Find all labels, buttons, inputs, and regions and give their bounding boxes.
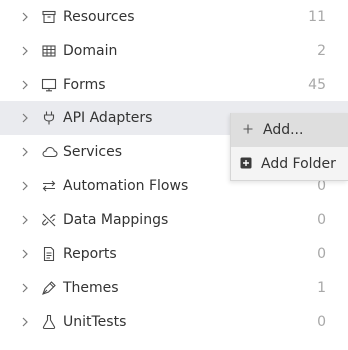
tree-item-label: Services xyxy=(63,144,123,160)
tree-item-count: 0 xyxy=(317,314,326,330)
add-folder-menu-item[interactable]: Add Folder xyxy=(231,147,348,181)
chevron-right-icon[interactable] xyxy=(19,79,31,91)
menu-item-label: Add Folder xyxy=(261,156,336,172)
context-menu: Add... Add Folder xyxy=(230,113,348,181)
cloud-icon xyxy=(42,144,58,160)
tree-item-resources[interactable]: Resources 11 xyxy=(0,0,348,34)
tree-item-forms[interactable]: Forms 45 xyxy=(0,68,348,102)
tree-item-themes[interactable]: Themes 1 xyxy=(0,271,348,305)
flask-icon xyxy=(41,314,57,330)
tree-item-label: Domain xyxy=(63,43,118,59)
chevron-right-icon[interactable] xyxy=(19,11,31,23)
plug-icon xyxy=(41,110,57,126)
document-icon xyxy=(41,246,57,262)
tree-item-label: Data Mappings xyxy=(63,212,169,228)
chevron-right-icon[interactable] xyxy=(19,180,31,192)
plus-square-icon xyxy=(240,157,252,169)
tree-item-data-mappings[interactable]: Data Mappings 0 xyxy=(0,203,348,237)
tree-item-domain[interactable]: Domain 2 xyxy=(0,34,348,68)
tree-item-label: Reports xyxy=(63,246,117,262)
chevron-right-icon[interactable] xyxy=(19,45,31,57)
tree-item-label: Resources xyxy=(63,9,135,25)
monitor-icon xyxy=(41,77,57,93)
tree-item-label: UnitTests xyxy=(63,314,127,330)
plus-icon xyxy=(242,123,254,135)
tree-item-count: 0 xyxy=(317,212,326,228)
chevron-right-icon[interactable] xyxy=(19,282,31,294)
chevron-right-icon[interactable] xyxy=(19,316,31,328)
table-grid-icon xyxy=(41,43,57,59)
tree-item-count: 0 xyxy=(317,246,326,262)
archive-box-icon xyxy=(41,9,57,25)
tree-item-count: 45 xyxy=(308,77,326,93)
add-menu-item[interactable]: Add... xyxy=(231,113,348,147)
tree-item-label: Forms xyxy=(63,77,106,93)
tree-item-label: Automation Flows xyxy=(63,178,189,194)
tree-item-count: 11 xyxy=(308,9,326,25)
chevron-right-icon[interactable] xyxy=(19,112,31,124)
chevron-right-icon[interactable] xyxy=(19,214,31,226)
tree-item-unittests[interactable]: UnitTests 0 xyxy=(0,305,348,339)
tree-item-label: API Adapters xyxy=(63,110,153,126)
menu-item-label: Add... xyxy=(263,122,304,138)
tree-item-reports[interactable]: Reports 0 xyxy=(0,237,348,271)
tree-item-count: 2 xyxy=(317,43,326,59)
tree-item-label: Themes xyxy=(63,280,119,296)
chevron-right-icon[interactable] xyxy=(19,146,31,158)
tree-item-count: 1 xyxy=(317,280,326,296)
pen-nib-icon xyxy=(41,280,57,296)
arrows-exchange-icon xyxy=(41,178,57,194)
chevron-right-icon[interactable] xyxy=(19,248,31,260)
link-off-icon xyxy=(41,212,57,228)
project-explorer: Resources 11 Domain 2 Forms 45 API Adapt… xyxy=(0,0,348,350)
